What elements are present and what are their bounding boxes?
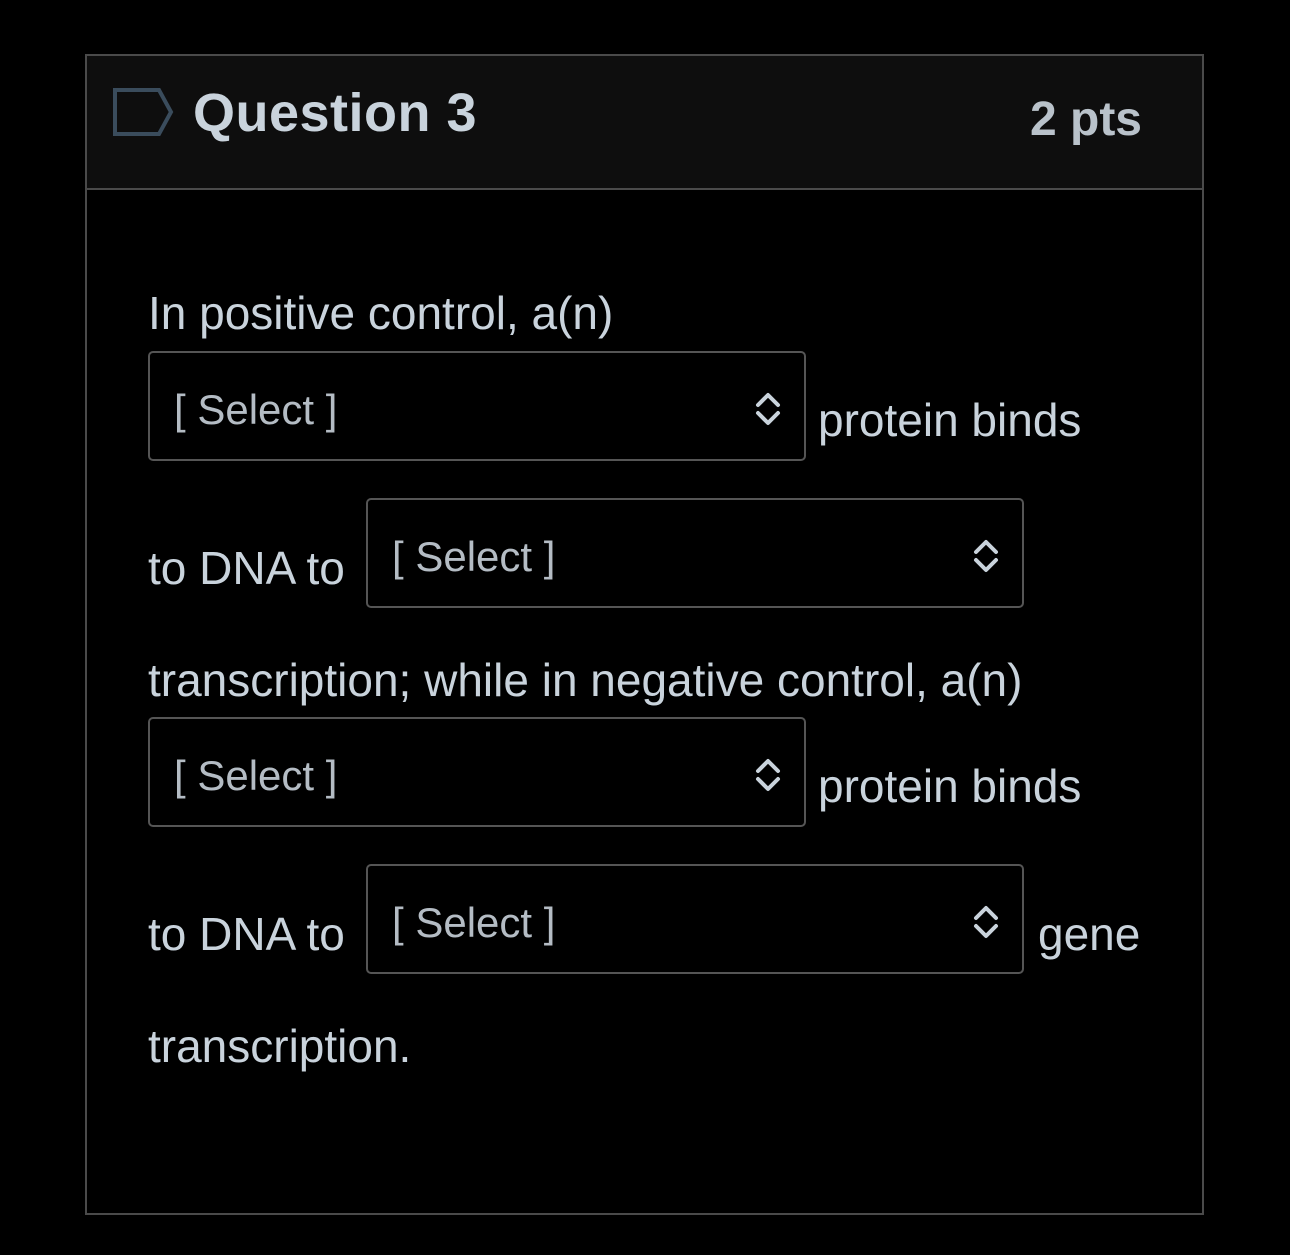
- prompt-before-select-2: to DNA to: [148, 542, 345, 594]
- prompt-last-line: transcription.: [148, 1020, 412, 1072]
- prompt-line-1: In positive control, a(n): [148, 287, 614, 339]
- prompt-before-select-4: to DNA to: [148, 908, 345, 960]
- answer-select-1[interactable]: [ Select ]: [148, 351, 806, 461]
- question-header: Question 3 2 pts: [87, 56, 1202, 190]
- prompt-after-select-3: protein binds: [818, 760, 1082, 812]
- chevron-up-down-icon: [756, 759, 780, 791]
- chevron-up-down-icon: [974, 540, 998, 572]
- question-title: Question 3: [193, 83, 478, 143]
- flag-icon[interactable]: [111, 86, 175, 138]
- prompt-after-select-1: protein binds: [818, 394, 1082, 446]
- answer-select-2[interactable]: [ Select ]: [366, 498, 1024, 608]
- select-value: [ Select ]: [392, 533, 556, 580]
- select-value: [ Select ]: [174, 386, 338, 433]
- select-value: [ Select ]: [392, 899, 556, 946]
- chevron-up-down-icon: [974, 906, 998, 938]
- answer-select-3[interactable]: [ Select ]: [148, 717, 806, 827]
- select-value: [ Select ]: [174, 752, 338, 799]
- prompt-after-select-4: gene: [1038, 908, 1141, 960]
- answer-select-4[interactable]: [ Select ]: [366, 864, 1024, 974]
- prompt-line-3: transcription; while in negative control…: [148, 654, 1023, 706]
- question-points: 2 pts: [1029, 93, 1142, 146]
- chevron-up-down-icon: [756, 393, 780, 425]
